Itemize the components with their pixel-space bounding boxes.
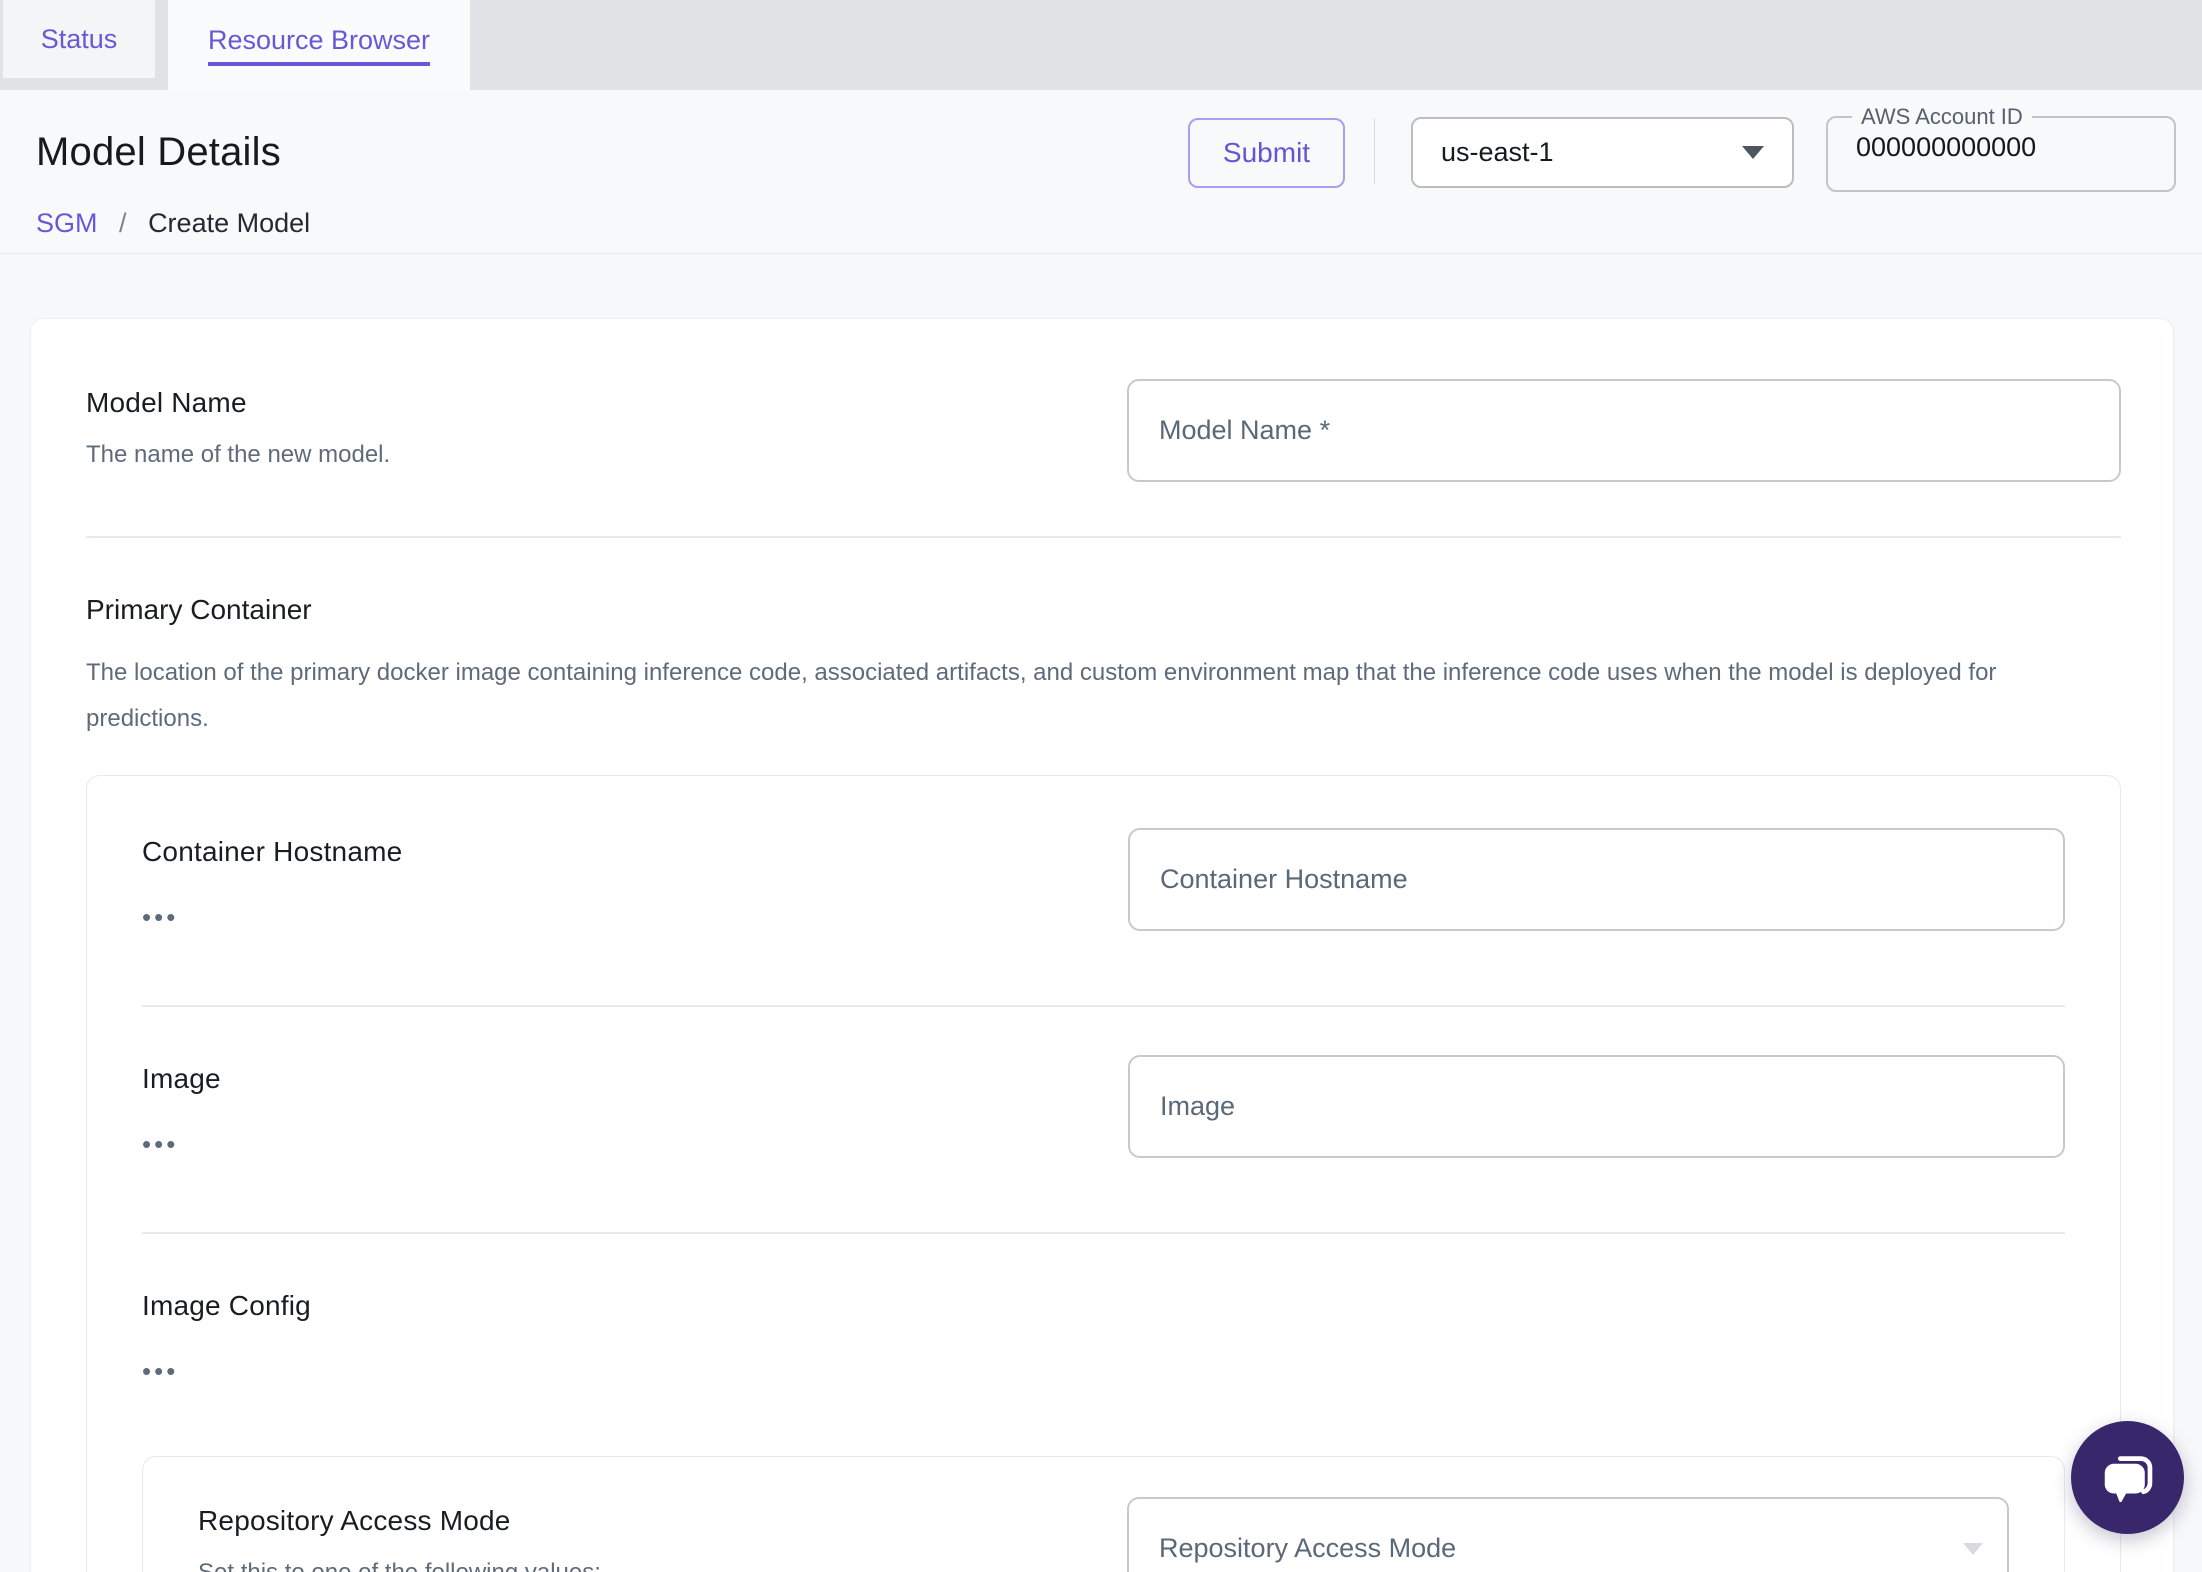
- region-select[interactable]: us-east-1: [1411, 117, 1794, 188]
- tab-bar: Status Resource Browser: [0, 0, 2202, 90]
- chat-bubbles-icon: [2104, 1455, 2152, 1502]
- image-config-expander-icon[interactable]: •••: [142, 1358, 311, 1384]
- repository-access-mode-label-block: Repository Access Mode Set this to one o…: [198, 1497, 1035, 1572]
- model-name-row: Model Name The name of the new model.: [86, 379, 2121, 482]
- breadcrumb: SGM / Create Model: [36, 208, 310, 239]
- container-hostname-input[interactable]: [1128, 828, 2065, 932]
- image-config-subgroup: Repository Access Mode Set this to one o…: [142, 1456, 2065, 1572]
- model-name-description: The name of the new model.: [86, 441, 391, 468]
- group-divider: [142, 1232, 2065, 1235]
- image-input[interactable]: [1128, 1055, 2065, 1159]
- aws-account-id-input[interactable]: [1828, 130, 2174, 163]
- primary-container-heading: Primary Container: [86, 594, 312, 625]
- image-label-block: Image •••: [142, 1055, 221, 1157]
- submit-button[interactable]: Submit: [1188, 118, 1345, 188]
- primary-container-group: Container Hostname ••• Image ••• Image C…: [86, 775, 2121, 1572]
- repository-access-mode-row: Repository Access Mode Set this to one o…: [198, 1497, 2009, 1572]
- breadcrumb-root-link[interactable]: SGM: [36, 208, 98, 238]
- tab-status-label: Status: [40, 23, 118, 54]
- breadcrumb-separator: /: [119, 208, 127, 238]
- model-name-heading: Model Name: [86, 387, 247, 418]
- container-hostname-expander-icon[interactable]: •••: [142, 904, 402, 930]
- header-divider: [1374, 118, 1375, 184]
- image-expander-icon[interactable]: •••: [142, 1131, 221, 1157]
- container-hostname-heading: Container Hostname: [142, 836, 403, 868]
- image-config-label-block: Image Config •••: [142, 1282, 311, 1384]
- image-row: Image •••: [142, 1055, 2065, 1159]
- model-name-label-block: Model Name The name of the new model.: [86, 379, 390, 469]
- aws-account-id-label: AWS Account ID: [1861, 104, 2023, 129]
- model-details-card: Model Name The name of the new model. Pr…: [30, 318, 2174, 1572]
- main-content: Model Name The name of the new model. Pr…: [0, 254, 2202, 1572]
- breadcrumb-current: Create Model: [148, 208, 311, 238]
- image-config-heading: Image Config: [142, 1290, 311, 1322]
- chevron-down-icon: [1742, 146, 1764, 159]
- model-name-input[interactable]: [1127, 379, 2121, 482]
- image-heading: Image: [142, 1063, 221, 1095]
- tab-resource-browser-label: Resource Browser: [207, 25, 431, 66]
- primary-container-description: The location of the primary docker image…: [86, 659, 1997, 732]
- tab-resource-browser[interactable]: Resource Browser: [168, 0, 470, 90]
- repository-access-mode-description: Set this to one of the following values:: [198, 1559, 1035, 1572]
- repository-access-mode-select[interactable]: [1127, 1497, 2009, 1572]
- page-header: Model Details SGM / Create Model Submit …: [0, 90, 2202, 254]
- region-select-value: us-east-1: [1441, 137, 1554, 167]
- tab-status[interactable]: Status: [3, 0, 155, 78]
- chat-launcher-button[interactable]: [2071, 1421, 2184, 1534]
- aws-account-id-fieldset: AWS Account ID: [1826, 104, 2176, 192]
- repository-access-mode-heading: Repository Access Mode: [198, 1505, 511, 1537]
- primary-container-section-head: Primary Container The location of the pr…: [86, 594, 2121, 741]
- container-hostname-row: Container Hostname •••: [142, 828, 2065, 932]
- repository-access-mode-input[interactable]: [1127, 1497, 2009, 1572]
- page-title: Model Details: [36, 130, 281, 174]
- group-divider: [142, 1005, 2065, 1008]
- section-divider: [86, 536, 2121, 538]
- image-config-row: Image Config •••: [142, 1282, 2065, 1384]
- container-hostname-label-block: Container Hostname •••: [142, 828, 403, 930]
